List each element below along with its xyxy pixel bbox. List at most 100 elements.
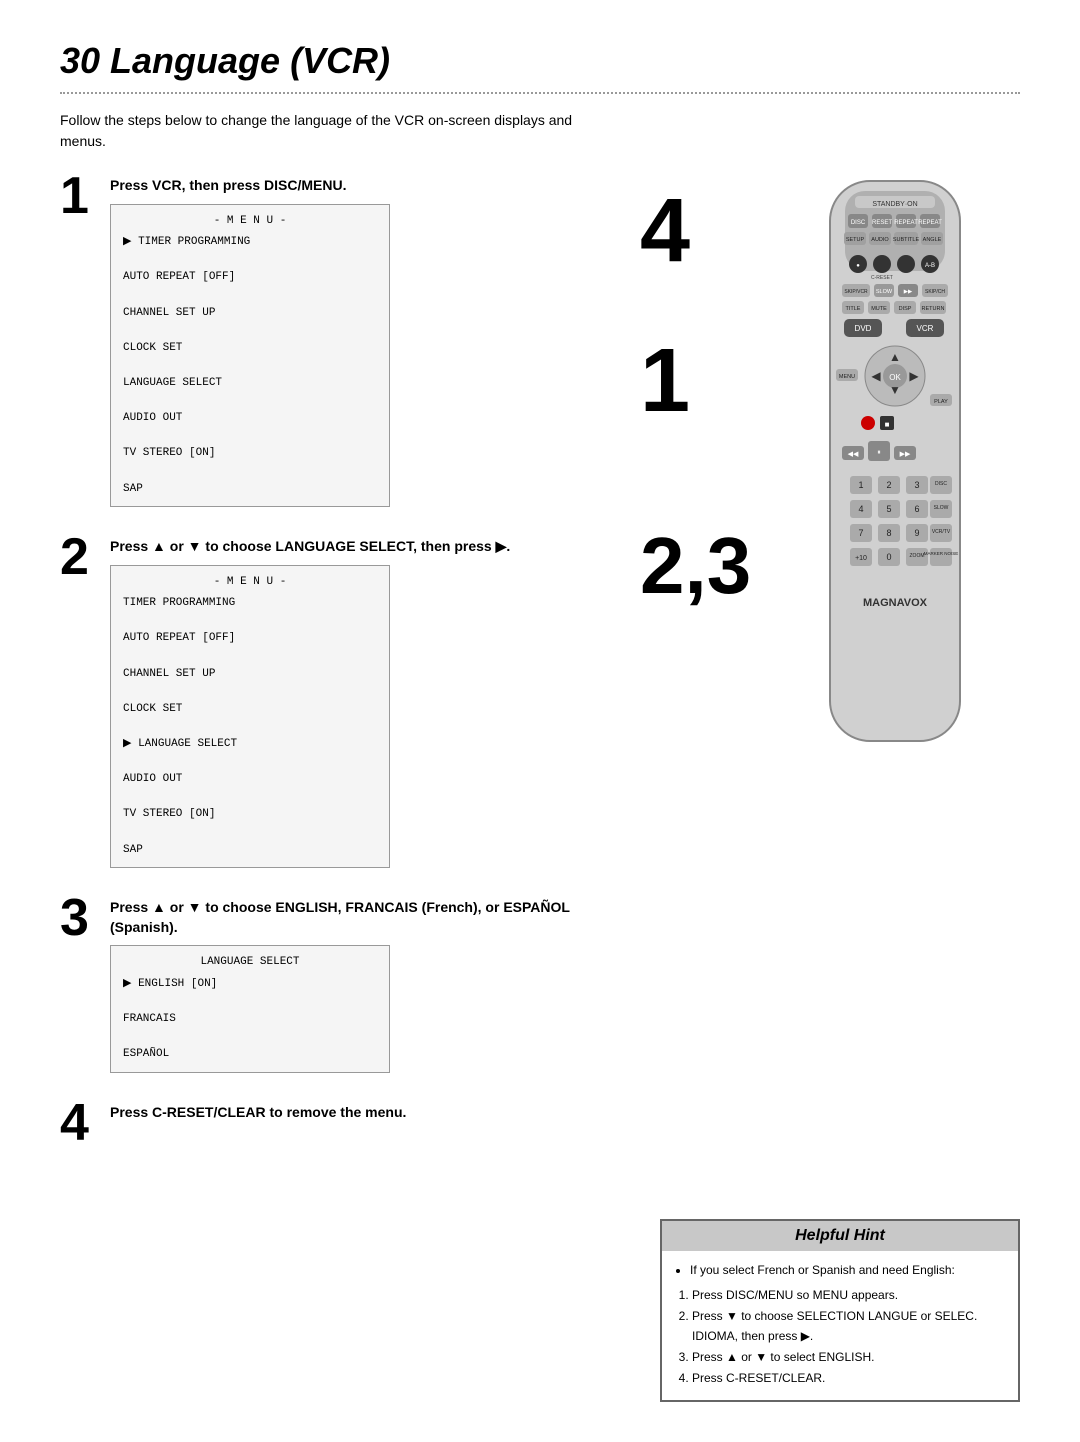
menu-item: CHANNEL SET UP	[123, 666, 377, 684]
steps-column: 1 Press VCR, then press DISC/MENU. - M E…	[60, 176, 630, 1179]
svg-text:REPEAT: REPEAT	[918, 220, 942, 226]
svg-text:▶: ▶	[909, 369, 919, 383]
svg-text:RESET: RESET	[872, 220, 892, 226]
svg-text:▶▶: ▶▶	[900, 451, 911, 458]
svg-text:SKIP/VCR: SKIP/VCR	[844, 289, 868, 295]
step-4-instruction: Press C-RESET/CLEAR to remove the menu.	[110, 1103, 630, 1123]
step-3-menu: LANGUAGE SELECT ENGLISH [ON] FRANCAIS ES…	[110, 945, 390, 1073]
svg-text:RETURN: RETURN	[922, 306, 945, 312]
svg-text:▼: ▼	[889, 383, 901, 397]
svg-text:◀: ◀	[871, 369, 881, 383]
hint-item-3: Press ▲ or ▼ to select ENGLISH.	[692, 1348, 1004, 1367]
step-2-number: 2	[60, 531, 110, 583]
step-2-menu: - M E N U - TIMER PROGRAMMING AUTO REPEA…	[110, 565, 390, 869]
step-2-menu-title: - M E N U -	[123, 574, 377, 592]
svg-text:OK: OK	[889, 373, 901, 382]
remote-control: STANDBY·ON DISC RESET REPEAT REPEAT SETU…	[800, 176, 990, 761]
step-4-content: Press C-RESET/CLEAR to remove the menu.	[110, 1103, 630, 1131]
menu-item: TIMER PROGRAMMING	[123, 595, 377, 613]
hint-area: Helpful Hint If you select French or Spa…	[60, 1219, 1020, 1402]
menu-item: TV STEREO [ON]	[123, 806, 377, 824]
hint-header: Helpful Hint	[662, 1221, 1018, 1251]
step-1-menu: - M E N U - TIMER PROGRAMMING AUTO REPEA…	[110, 204, 390, 508]
svg-text:SLOW: SLOW	[934, 505, 949, 511]
section-divider	[60, 92, 1020, 94]
step-3-menu-title: LANGUAGE SELECT	[123, 954, 377, 972]
svg-text:0: 0	[886, 552, 891, 562]
menu-item: TIMER PROGRAMMING	[123, 234, 377, 252]
hint-item-4: Press C-RESET/CLEAR.	[692, 1369, 1004, 1388]
menu-item: LANGUAGE SELECT	[123, 736, 377, 754]
menu-item: AUTO REPEAT [OFF]	[123, 630, 377, 648]
remote-svg: STANDBY·ON DISC RESET REPEAT REPEAT SETU…	[800, 176, 990, 756]
hint-item-1: Press DISC/MENU so MENU appears.	[692, 1286, 1004, 1305]
menu-item: ESPAÑOL	[123, 1046, 377, 1064]
menu-item: TV STEREO [ON]	[123, 445, 377, 463]
step-4-block: 4 Press C-RESET/CLEAR to remove the menu…	[60, 1103, 630, 1149]
svg-text:PLAY: PLAY	[934, 399, 948, 405]
step-1-instruction: Press VCR, then press DISC/MENU.	[110, 176, 630, 196]
svg-text:C-RESET: C-RESET	[871, 275, 893, 281]
page-container: 30 Language (VCR) Follow the steps below…	[0, 0, 1080, 1442]
svg-text:2: 2	[886, 480, 891, 490]
menu-item: AUTO REPEAT [OFF]	[123, 269, 377, 287]
svg-text:+10: +10	[855, 555, 867, 562]
svg-text:5: 5	[886, 504, 891, 514]
menu-item: SAP	[123, 842, 377, 860]
svg-text:MARKER NOISE: MARKER NOISE	[924, 551, 959, 556]
svg-text:▲: ▲	[889, 350, 901, 364]
svg-text:SLOW: SLOW	[876, 289, 893, 295]
svg-text:4: 4	[858, 504, 863, 514]
menu-item: FRANCAIS	[123, 1011, 377, 1029]
svg-text:3: 3	[914, 480, 919, 490]
svg-text:TITLE: TITLE	[846, 306, 861, 312]
step-2-content: Press ▲ or ▼ to choose LANGUAGE SELECT, …	[110, 537, 630, 868]
step-3-number: 3	[60, 892, 110, 944]
svg-text:9: 9	[914, 528, 919, 538]
step-3-content: Press ▲ or ▼ to choose ENGLISH, FRANCAIS…	[110, 898, 630, 1073]
step-4-number: 4	[60, 1097, 110, 1149]
svg-text:6: 6	[914, 504, 919, 514]
svg-text:A-B: A-B	[925, 263, 935, 269]
menu-item: ENGLISH [ON]	[123, 976, 377, 994]
hint-item-2: Press ▼ to choose SELECTION LANGUE or SE…	[692, 1307, 1004, 1345]
menu-item: CLOCK SET	[123, 340, 377, 358]
step-3-block: 3 Press ▲ or ▼ to choose ENGLISH, FRANCA…	[60, 898, 630, 1073]
svg-text:MENU: MENU	[839, 374, 855, 380]
helpful-hint-box: Helpful Hint If you select French or Spa…	[660, 1219, 1020, 1402]
svg-text:MAGNAVOX: MAGNAVOX	[863, 597, 928, 609]
svg-text:DISC: DISC	[851, 220, 866, 226]
svg-text:REPEAT: REPEAT	[894, 220, 918, 226]
svg-text:SUBTITLE: SUBTITLE	[893, 237, 920, 243]
menu-item: LANGUAGE SELECT	[123, 375, 377, 393]
svg-text:8: 8	[886, 528, 891, 538]
svg-text:◀◀: ◀◀	[848, 451, 859, 458]
step-2-block: 2 Press ▲ or ▼ to choose LANGUAGE SELECT…	[60, 537, 630, 868]
svg-text:DISC: DISC	[935, 481, 947, 487]
menu-item: SAP	[123, 481, 377, 499]
svg-text:ANGLE: ANGLE	[923, 237, 942, 243]
svg-text:VCR: VCR	[917, 324, 934, 333]
svg-text:SKIP/CH: SKIP/CH	[925, 289, 945, 295]
svg-text:▶▶: ▶▶	[904, 289, 913, 295]
svg-text:STANDBY·ON: STANDBY·ON	[872, 201, 917, 208]
menu-item: CHANNEL SET UP	[123, 305, 377, 323]
menu-item: AUDIO OUT	[123, 771, 377, 789]
step-2-instruction: Press ▲ or ▼ to choose LANGUAGE SELECT, …	[110, 537, 630, 557]
svg-text:ZOOM: ZOOM	[910, 553, 925, 559]
step-1-menu-title: - M E N U -	[123, 213, 377, 231]
big-numbers-overlay: 4 1 2,3	[640, 186, 751, 606]
step-1-number: 1	[60, 170, 110, 222]
hint-body: If you select French or Spanish and need…	[662, 1251, 1018, 1400]
svg-text:VCR/TV: VCR/TV	[932, 529, 951, 535]
svg-text:AUDIO: AUDIO	[871, 237, 889, 243]
svg-text:■: ■	[885, 420, 890, 429]
page-title: 30 Language (VCR)	[60, 40, 1020, 82]
svg-text:●: ●	[856, 263, 860, 269]
svg-text:DVD: DVD	[855, 324, 872, 333]
svg-text:DISP: DISP	[899, 306, 912, 312]
big-number-23: 2,3	[640, 526, 751, 606]
svg-text:MUTE: MUTE	[871, 306, 887, 312]
big-number-4: 4	[640, 186, 751, 276]
intro-text: Follow the steps below to change the lan…	[60, 110, 580, 152]
